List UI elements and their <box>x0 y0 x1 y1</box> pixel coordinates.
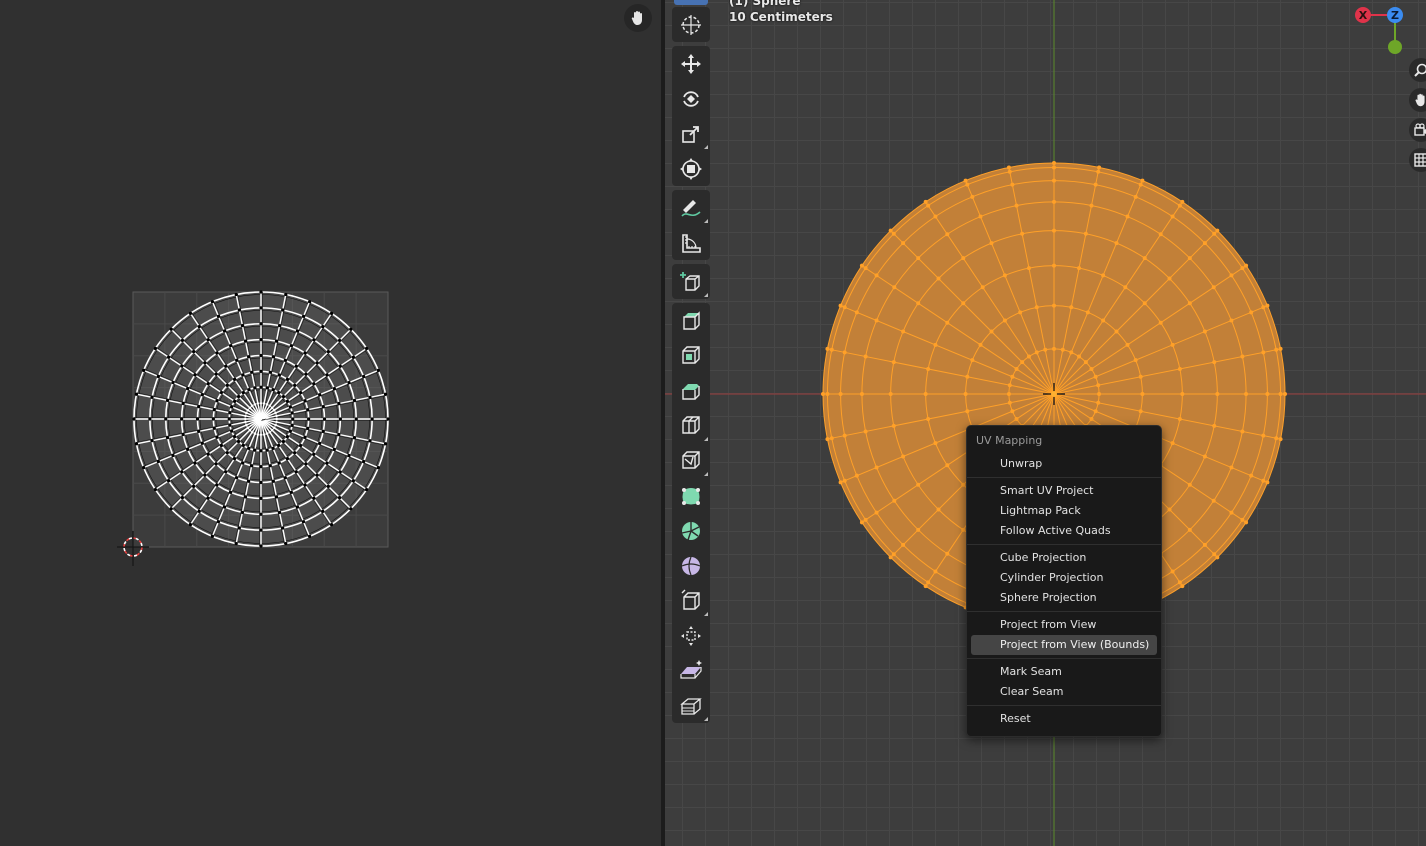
knife-icon <box>682 450 700 469</box>
cursor-tool[interactable] <box>672 7 710 42</box>
menu-item-cylinder-projection[interactable]: Cylinder Projection <box>971 568 1157 588</box>
knife-tool[interactable] <box>672 443 710 478</box>
inset-faces-icon <box>682 345 700 364</box>
z-axis-label: Z <box>1391 9 1399 22</box>
menu-separator <box>967 705 1161 706</box>
move-tool[interactable] <box>672 46 710 81</box>
menu-item-clear-seam[interactable]: Clear Seam <box>971 682 1157 702</box>
bevel-tool[interactable] <box>672 373 710 408</box>
menu-item-project-from-view[interactable]: Project from View <box>971 615 1157 635</box>
cursor-icon <box>681 14 701 35</box>
add-cube-icon <box>680 271 700 291</box>
menu-separator <box>967 544 1161 545</box>
scale-tool[interactable] <box>672 116 710 151</box>
add-cube-tool[interactable] <box>672 264 710 299</box>
transform-icon <box>680 157 702 180</box>
camera-icon <box>1414 123 1426 136</box>
menu-separator <box>967 658 1161 659</box>
scale-icon <box>682 125 699 143</box>
menu-item-smart-uv-project[interactable]: Smart UV Project <box>971 481 1157 501</box>
rip-region-icon <box>680 697 702 715</box>
menu-item-sphere-projection[interactable]: Sphere Projection <box>971 588 1157 608</box>
menu-item-cube-projection[interactable]: Cube Projection <box>971 548 1157 568</box>
rip-region-tool[interactable] <box>672 688 710 723</box>
inset-faces-tool[interactable] <box>672 338 710 373</box>
spin-tool[interactable] <box>672 513 710 548</box>
bevel-icon <box>682 383 700 400</box>
menu-item-mark-seam[interactable]: Mark Seam <box>971 662 1157 682</box>
menu-item-lightmap-pack[interactable]: Lightmap Pack <box>971 501 1157 521</box>
zoom-icon <box>1414 63 1426 77</box>
menu-item-reset[interactable]: Reset <box>971 709 1157 729</box>
grid-icon <box>1414 153 1426 167</box>
uv-editor[interactable] <box>0 0 661 846</box>
3d-viewport[interactable]: (1) Sphere 10 Centimeters X Z UV Mapping… <box>665 0 1426 846</box>
edge-slide-icon <box>681 589 700 610</box>
select-tool-button[interactable] <box>674 0 708 5</box>
extrude-region-tool[interactable] <box>672 303 710 338</box>
measure-icon <box>682 233 701 253</box>
x-axis-label: X <box>1359 9 1368 22</box>
shrink-fatten-tool[interactable] <box>672 618 710 653</box>
annotate-tool[interactable] <box>672 190 710 225</box>
menu-separator <box>967 611 1161 612</box>
smooth-icon <box>681 556 701 575</box>
shear-tool[interactable] <box>672 653 710 688</box>
scale-label: 10 Centimeters <box>729 10 833 24</box>
rotate-icon <box>683 90 699 107</box>
zoom-button[interactable] <box>1409 58 1426 82</box>
measure-tool[interactable] <box>672 225 710 260</box>
smooth-tool[interactable] <box>672 548 710 583</box>
move-icon <box>681 53 701 74</box>
loop-cut-tool[interactable] <box>672 408 710 443</box>
edge-slide-tool[interactable] <box>672 583 710 618</box>
menu-item-project-from-view-bounds[interactable]: Project from View (Bounds) <box>971 635 1157 655</box>
extrude-region-icon <box>683 310 700 330</box>
hand-icon <box>631 11 642 25</box>
poly-build-tool[interactable] <box>672 478 710 513</box>
tool-shelf <box>672 0 710 727</box>
menu-title: UV Mapping <box>976 434 1043 447</box>
perspective-toggle-button[interactable] <box>1409 148 1426 172</box>
shear-icon <box>680 659 702 679</box>
y-axis-gizmo[interactable] <box>1388 40 1402 54</box>
loop-cut-icon <box>682 415 700 434</box>
rotate-tool[interactable] <box>672 81 710 116</box>
menu-separator <box>967 477 1161 478</box>
uv-mapping-menu: UV Mapping Unwrap Smart UV Project Light… <box>966 425 1162 737</box>
hand-icon <box>1415 93 1425 107</box>
object-label: (1) Sphere <box>729 0 801 8</box>
menu-item-follow-active-quads[interactable]: Follow Active Quads <box>971 521 1157 541</box>
uv-canvas[interactable] <box>0 0 661 846</box>
annotate-icon <box>681 199 701 217</box>
camera-view-button[interactable] <box>1409 118 1426 142</box>
pan-button[interactable] <box>1409 88 1426 112</box>
menu-item-unwrap[interactable]: Unwrap <box>971 454 1157 474</box>
spin-icon <box>681 521 700 540</box>
poly-build-icon <box>682 487 700 505</box>
pan-view-button[interactable] <box>624 4 652 32</box>
shrink-fatten-icon <box>681 625 701 646</box>
navigation-gizmo[interactable]: X Z <box>1350 0 1426 60</box>
uv-mesh <box>132 290 390 548</box>
transform-tool[interactable] <box>672 151 710 186</box>
